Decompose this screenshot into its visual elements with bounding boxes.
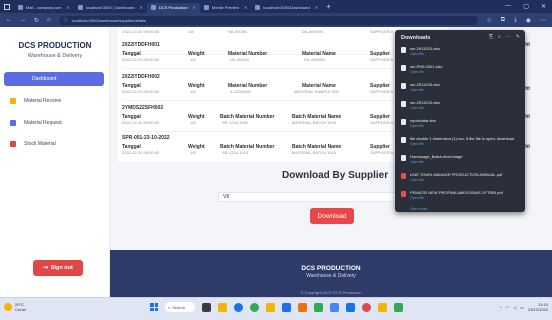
file-icon — [401, 137, 406, 143]
system-tray: ^ ◠ ◁ ▭ 13:10 23/12/2022 — [500, 302, 548, 312]
reload-icon[interactable]: ↻ — [34, 17, 39, 24]
volume-icon[interactable]: ◁ — [513, 305, 516, 310]
app-icon[interactable] — [346, 302, 355, 312]
vscode-icon[interactable] — [330, 302, 339, 312]
sidebar-item-stock-material[interactable]: Stock Material — [10, 139, 105, 149]
tab-favicon-icon — [77, 5, 83, 10]
close-window-icon[interactable]: ✕ — [541, 3, 546, 10]
tab-favicon-icon — [255, 5, 261, 10]
taskbar: 29°C Cerah ⌕ Search ^ ◠ ◁ ▭ 13:10 23/12/2… — [0, 297, 552, 320]
store-icon[interactable] — [282, 302, 291, 312]
browser-tab[interactable]: localhost:3000 | Dashboard ✕ — [74, 3, 147, 13]
tab-favicon-icon — [203, 5, 209, 10]
clock[interactable]: 13:10 23/12/2022 — [528, 302, 548, 312]
download-section-title: Download By Supplier — [282, 170, 389, 181]
edge-icon[interactable] — [234, 302, 243, 312]
see-more-link[interactable]: See more — [410, 206, 427, 211]
sidebar: DCS PRODUCTION Warehouse & Delivery Dash… — [0, 27, 110, 297]
close-tab-icon[interactable]: ✕ — [140, 5, 143, 10]
menu-icon[interactable]: ⋯ — [540, 17, 546, 24]
chevron-up-icon[interactable]: ^ — [500, 305, 502, 310]
browser-tab[interactable]: Mobile Preview ✕ — [200, 3, 251, 13]
receive-icon — [10, 98, 16, 104]
forward-icon[interactable]: → — [20, 17, 26, 23]
app-icon[interactable] — [378, 302, 387, 312]
download-button[interactable]: Download — [310, 208, 354, 224]
stock-icon — [10, 141, 16, 147]
close-tab-icon[interactable]: ✕ — [315, 5, 318, 10]
folder-icon[interactable]: ⎘ — [489, 34, 493, 40]
browser-tab[interactable]: localhost:3000/Dashboard ✕ — [251, 3, 322, 13]
pin-icon[interactable]: ✎ — [516, 34, 520, 40]
windows-start-icon[interactable] — [150, 303, 158, 311]
request-icon — [10, 120, 16, 126]
app-icon[interactable] — [394, 302, 403, 312]
browser-tab-active[interactable]: DCS Production ✕ — [146, 2, 200, 13]
url-field[interactable]: ⓘ localhost:3000/warehouse/supplier/deta… — [58, 15, 479, 25]
file-icon — [401, 155, 406, 161]
sun-icon — [4, 303, 12, 311]
page-footer: DCS PRODUCTION Warehouse & Delivery © Co… — [110, 250, 552, 297]
app-icon[interactable] — [314, 302, 323, 312]
download-icon[interactable]: ⤓ — [514, 17, 517, 24]
sign-out-button[interactable]: ⇥ Sign out — [33, 260, 83, 276]
toolbar-icons: ☆ ⧉ ⤓ ◉ ⋯ — [486, 17, 546, 24]
downloads-title: Downloads — [401, 35, 431, 41]
tab-favicon-icon — [18, 5, 23, 10]
more-icon[interactable]: ⋯ — [506, 34, 511, 40]
profile-icon[interactable]: ◉ — [526, 17, 531, 24]
taskbar-apps: ⌕ Search — [150, 302, 403, 312]
wifi-icon[interactable]: ◠ — [506, 305, 510, 310]
browser-tab[interactable]: Mail - company.com ✕ — [14, 3, 74, 13]
file-icon — [401, 83, 406, 89]
app-icon[interactable] — [362, 302, 371, 312]
back-icon[interactable]: ← — [6, 17, 12, 23]
pdf-icon — [401, 173, 406, 179]
downloads-panel: Downloads ⎘ ⌕ ⋯ ✎ sm-2911203.xlsx Open fi… — [395, 30, 525, 212]
file-icon — [401, 101, 406, 107]
tab-favicon-icon — [150, 5, 156, 10]
chrome-icon[interactable] — [250, 302, 259, 312]
tab-actions-icon[interactable] — [4, 3, 10, 10]
weather-widget[interactable]: 29°C Cerah — [4, 302, 26, 312]
footer-copyright: © Copyright 2022 DCS Production — [300, 290, 362, 295]
minimize-icon[interactable]: — — [505, 3, 511, 10]
info-icon: ⓘ — [63, 17, 68, 22]
sidebar-brand: DCS PRODUCTION — [18, 41, 92, 50]
taskbar-search[interactable]: ⌕ Search — [165, 302, 195, 312]
logout-icon: ⇥ — [43, 265, 48, 271]
downloads-header-icons: ⎘ ⌕ ⋯ ✎ — [489, 34, 520, 40]
close-tab-icon[interactable]: ✕ — [67, 5, 70, 10]
file-explorer-icon[interactable] — [218, 302, 227, 312]
file-icon — [401, 65, 406, 71]
browser-tab-bar: Mail - company.com ✕ localhost:3000 | Das… — [0, 0, 552, 13]
footer-brand: DCS PRODUCTION — [301, 265, 361, 272]
battery-icon[interactable]: ▭ — [520, 305, 524, 310]
sidebar-item-material-request[interactable]: Material Request — [10, 118, 105, 128]
pdf-icon — [401, 191, 406, 197]
address-bar: ← → ↻ ⌂ ⓘ localhost:3000/warehouse/suppl… — [0, 13, 552, 27]
app-icon[interactable] — [298, 302, 307, 312]
file-icon — [401, 47, 406, 53]
sidebar-item-dashboard[interactable]: Dashboard — [4, 72, 104, 86]
window-controls: — ▢ ✕ — [505, 3, 552, 10]
task-view-icon[interactable] — [202, 302, 211, 312]
sidebar-subtitle: Warehouse & Delivery — [27, 53, 83, 59]
extensions-icon[interactable]: ⧉ — [501, 17, 505, 24]
maximize-icon[interactable]: ▢ — [523, 3, 529, 10]
home-icon[interactable]: ⌂ — [47, 17, 51, 23]
folder-app-icon[interactable] — [266, 302, 275, 312]
new-tab-icon[interactable]: + — [326, 2, 331, 11]
star-icon[interactable]: ☆ — [486, 17, 491, 24]
footer-subtitle: Warehouse & Delivery — [306, 273, 356, 279]
search-icon[interactable]: ⌕ — [498, 34, 501, 40]
close-tab-icon[interactable]: ✕ — [193, 5, 196, 10]
close-tab-icon[interactable]: ✕ — [244, 5, 247, 10]
file-icon — [401, 119, 406, 125]
sidebar-item-material-receive[interactable]: Material Receive — [10, 96, 105, 106]
search-icon: ⌕ — [168, 304, 171, 310]
